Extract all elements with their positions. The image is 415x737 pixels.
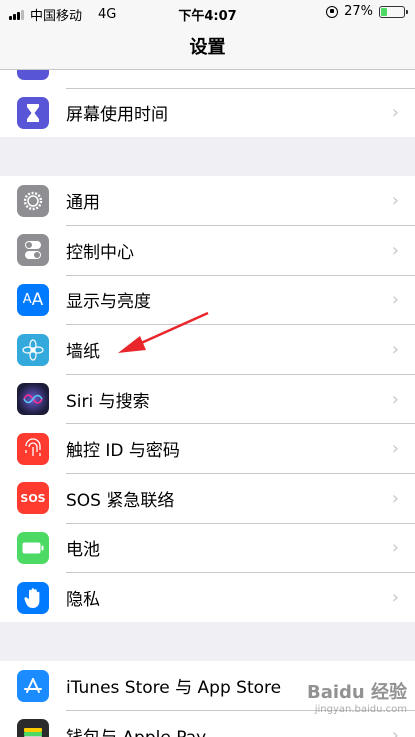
settings-row-screen-time[interactable]: 屏幕使用时间 › — [0, 88, 415, 137]
hand-icon — [17, 581, 49, 614]
chevron-right-icon: › — [391, 487, 399, 509]
chevron-right-icon: › — [391, 388, 399, 410]
settings-row-display[interactable]: AA 显示与亮度 › — [0, 275, 415, 325]
settings-label: 电池 — [66, 540, 100, 561]
settings-row-wallpaper[interactable]: 墙纸 › — [0, 325, 415, 375]
settings-row-partial[interactable] — [0, 70, 415, 88]
purple-partial-icon — [17, 70, 49, 80]
chevron-right-icon: › — [391, 537, 399, 559]
gear-icon — [17, 184, 49, 217]
siri-icon — [17, 383, 49, 416]
chevron-right-icon: › — [391, 289, 399, 311]
settings-group-2: 通用 › 控制中心 › AA 显示与亮度 › 墙纸 › Siri 与搜索 › 触… — [0, 176, 415, 623]
orientation-lock-icon — [326, 5, 339, 18]
settings-label: 隐私 — [66, 590, 100, 611]
wallet-icon — [17, 719, 49, 737]
settings-label: 显示与亮度 — [66, 292, 151, 313]
flower-icon — [17, 333, 49, 366]
settings-label: 控制中心 — [66, 242, 134, 263]
sos-icon: SOS — [17, 482, 49, 515]
settings-label: 钱包与 Apple Pay — [66, 723, 206, 737]
settings-label: Siri 与搜索 — [66, 391, 150, 412]
chevron-right-icon: › — [391, 239, 399, 261]
watermark-url: jingyan.baidu.com — [314, 704, 407, 715]
settings-row-general[interactable]: 通用 › — [0, 176, 415, 226]
battery-icon — [379, 5, 408, 18]
settings-row-control-center[interactable]: 控制中心 › — [0, 226, 415, 276]
page-title: 设置 — [189, 37, 226, 58]
navigation-bar: 设置 — [0, 26, 415, 70]
chevron-right-icon: › — [391, 724, 399, 737]
baidu-watermark: Baidu 经验 jingyan.baidu.com — [307, 678, 407, 715]
text-size-icon: AA — [17, 283, 49, 316]
settings-row-siri[interactable]: Siri 与搜索 › — [0, 374, 415, 424]
settings-label: 触控 ID 与密码 — [66, 441, 180, 462]
toggles-icon — [17, 234, 49, 267]
chevron-right-icon: › — [391, 587, 399, 609]
battery-icon — [17, 531, 49, 564]
settings-label: SOS 紧急联络 — [66, 490, 175, 511]
settings-label: iTunes Store 与 App Store — [66, 678, 282, 699]
settings-row-sos[interactable]: SOS SOS 紧急联络 › — [0, 474, 415, 524]
chevron-right-icon: › — [391, 190, 399, 212]
settings-label: 屏幕使用时间 — [66, 105, 168, 126]
settings-row-privacy[interactable]: 隐私 › — [0, 573, 415, 623]
chevron-right-icon: › — [391, 102, 399, 124]
fingerprint-icon — [17, 432, 49, 465]
settings-label: 墙纸 — [66, 342, 100, 363]
chevron-right-icon: › — [391, 438, 399, 460]
battery-percent: 27% — [344, 4, 373, 19]
settings-label: 通用 — [66, 193, 100, 214]
app-store-icon — [17, 669, 49, 702]
watermark-brand: Baidu 经验 — [306, 682, 407, 703]
hourglass-icon — [17, 96, 49, 129]
chevron-right-icon: › — [391, 339, 399, 361]
status-bar: 中国移动 4G 下午4:07 27% — [0, 0, 415, 26]
settings-row-touch-id[interactable]: 触控 ID 与密码 › — [0, 424, 415, 474]
settings-group-1: 屏幕使用时间 › — [0, 70, 415, 137]
status-right: 27% — [326, 4, 408, 19]
settings-row-battery[interactable]: 电池 › — [0, 523, 415, 573]
